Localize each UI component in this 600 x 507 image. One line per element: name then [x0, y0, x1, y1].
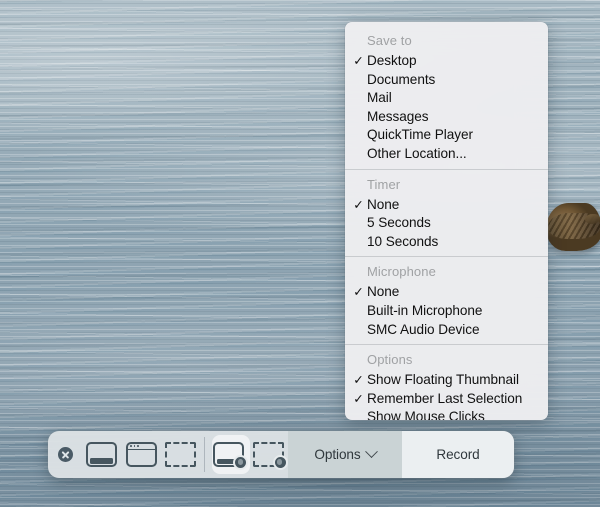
menu-item[interactable]: ✓ None — [345, 196, 548, 215]
menu-item-label: QuickTime Player — [367, 127, 473, 143]
menu-separator — [345, 344, 548, 346]
menu-separator — [345, 256, 548, 258]
toolbar-left-group — [48, 431, 82, 478]
screenshot-toolbar[interactable]: Options Record — [48, 431, 514, 478]
menu-item-label: SMC Audio Device — [367, 321, 480, 337]
capture-selected-window-button[interactable] — [121, 431, 160, 478]
checkmark-icon: ✓ — [353, 54, 364, 68]
options-button-label: Options — [314, 447, 361, 462]
capture-entire-screen-button[interactable] — [82, 431, 121, 478]
menu-item[interactable]: ✓ Desktop — [345, 52, 548, 71]
options-menu[interactable]: Save to ✓ Desktop Documents Mail Messages Quic… — [345, 22, 548, 420]
options-button[interactable]: Options — [288, 431, 402, 478]
checkmark-icon: ✓ — [353, 285, 364, 300]
menu-item-label: Messages — [367, 108, 429, 124]
menu-item-label: Show Floating Thumbnail — [367, 372, 519, 388]
record-dot — [233, 455, 249, 470]
menu-item-label: 10 Seconds — [367, 233, 439, 249]
menu-item[interactable]: Other Location... — [345, 145, 548, 164]
menu-item[interactable]: Mail — [345, 89, 548, 108]
menu-item[interactable]: Show Mouse Clicks — [345, 408, 548, 420]
menu-item[interactable]: Documents — [345, 71, 548, 90]
menu-item[interactable]: Messages — [345, 108, 548, 127]
checkmark-icon: ✓ — [353, 197, 364, 212]
menu-item[interactable]: SMC Audio Device — [345, 321, 548, 340]
window-icon — [125, 442, 157, 467]
record-button-label: Record — [436, 447, 480, 462]
menu-item-label: Desktop — [367, 53, 417, 68]
menu-item-label: Show Mouse Clicks — [367, 409, 485, 420]
chevron-down-icon — [364, 445, 378, 459]
screen-icon — [86, 442, 118, 467]
record-dot — [272, 455, 288, 470]
options-menu-body: Save to ✓ Desktop Documents Mail Messages Quic… — [345, 22, 548, 420]
record-selected-portion-button[interactable] — [249, 431, 288, 478]
close-icon[interactable] — [58, 447, 73, 462]
record-button[interactable]: Record — [402, 431, 514, 478]
toolbar-divider — [204, 437, 206, 472]
dashed-selection-icon — [165, 442, 197, 467]
menu-item-label: 5 Seconds — [367, 215, 431, 231]
menu-item-label: Documents — [367, 71, 436, 87]
menu-item-label: Other Location... — [367, 145, 467, 161]
menu-item-label: None — [367, 196, 400, 212]
menu-item[interactable]: 10 Seconds — [345, 233, 548, 252]
capture-selected-portion-button[interactable] — [161, 431, 200, 478]
menu-item-label: Built-in Microphone — [367, 302, 483, 318]
menu-item[interactable]: ✓ Remember Last Selection — [345, 390, 548, 409]
menu-item-label: Mail — [367, 90, 392, 106]
dashed-record-icon — [252, 442, 288, 470]
menu-item[interactable]: Built-in Microphone — [345, 302, 548, 321]
menu-section-header: Save to — [367, 33, 412, 48]
window-dots — [130, 445, 139, 447]
menu-section-header: Timer — [367, 176, 401, 192]
menu-separator — [345, 168, 548, 170]
screen-stage: Save to ✓ Desktop Documents Mail Messages Quic… — [0, 0, 600, 507]
menu-item[interactable]: ✓ None — [345, 283, 548, 302]
menu-section-header: Options — [367, 352, 413, 368]
checkmark-icon: ✓ — [353, 391, 364, 406]
menu-item[interactable]: ✓ Show Floating Thumbnail — [345, 371, 548, 390]
menu-item-label: Remember Last Selection — [367, 390, 523, 406]
menu-item[interactable]: 5 Seconds — [345, 214, 548, 233]
menu-item[interactable]: QuickTime Player — [345, 126, 548, 145]
record-entire-screen-button[interactable] — [209, 431, 251, 478]
menu-item-label: None — [367, 284, 400, 300]
rock-formation — [546, 203, 600, 251]
checkmark-icon: ✓ — [353, 373, 364, 388]
menu-section-header: Microphone — [367, 264, 436, 280]
screen-record-icon — [213, 442, 249, 470]
